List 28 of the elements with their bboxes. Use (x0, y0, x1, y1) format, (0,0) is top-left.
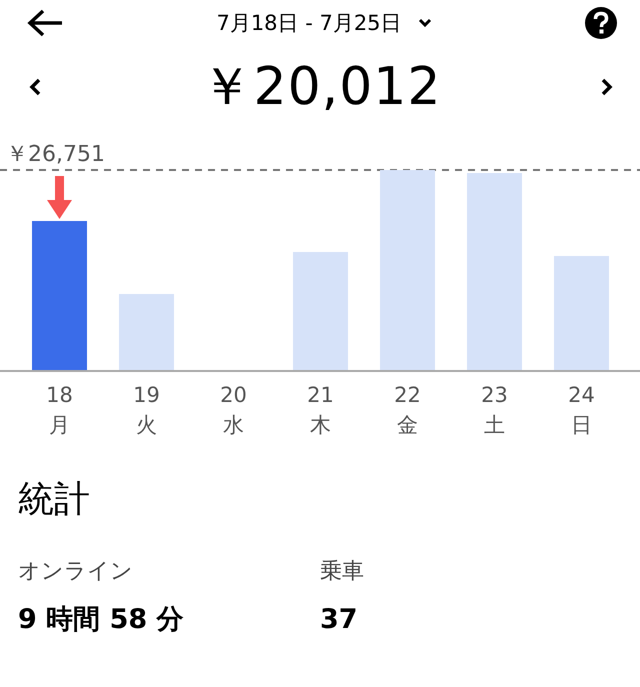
weekday-label: 水 (223, 413, 244, 437)
total-earnings: ￥20,012 (200, 56, 442, 119)
stat-value: 9 時間 58 分 (18, 603, 185, 637)
day-label: 18 (46, 383, 73, 407)
day-label: 23 (481, 383, 508, 407)
day-label: 24 (568, 383, 595, 407)
section-title: 統計 (18, 478, 91, 522)
day-label: 19 (133, 383, 160, 407)
help-button[interactable] (584, 6, 618, 40)
day-label: 21 (307, 383, 334, 407)
weekday-label: 木 (310, 413, 331, 437)
weekday-label: 月 (49, 413, 70, 437)
day-label: 22 (394, 383, 421, 407)
stat-label: 乗車 (320, 558, 365, 586)
down-arrow-icon (47, 176, 72, 219)
previous-week-button[interactable] (28, 77, 42, 97)
weekday-label: 日 (571, 413, 592, 437)
next-week-button[interactable] (600, 77, 614, 97)
weekday-label: 土 (484, 413, 505, 437)
weekday-label: 金 (397, 413, 418, 437)
weekday-label: 火 (136, 413, 157, 437)
date-range-dropdown[interactable]: 7月18日 - 7月25日 (216, 12, 432, 34)
day-label: 20 (220, 383, 247, 407)
reference-value: ￥26,751 (6, 142, 105, 167)
caret-icon (418, 18, 432, 28)
stat-value: 37 (320, 603, 359, 637)
back-button[interactable] (26, 8, 64, 38)
stat-label: オンライン (18, 558, 134, 586)
